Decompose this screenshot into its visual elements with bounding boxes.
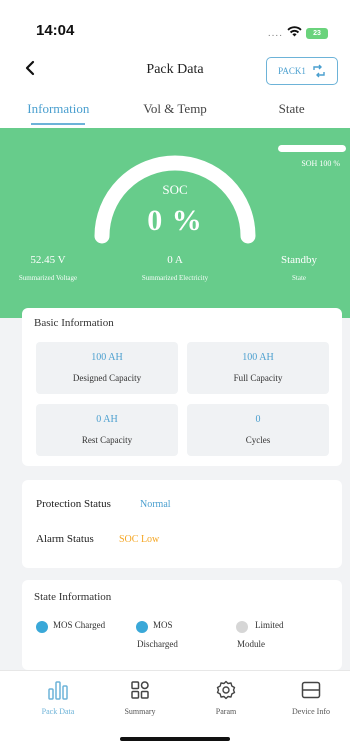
stat-state-label: State (292, 274, 306, 282)
state-indicator-dot (36, 621, 48, 633)
stat-electricity: 0 A Summarized Electricity (120, 254, 230, 282)
alarm-status-value: SOC Low (119, 534, 160, 545)
basic-info-card: Basic Information 100 AH Designed Capaci… (22, 308, 342, 466)
nav-bar: Pack Data PACK1 (0, 46, 350, 92)
protection-status-value: Normal (140, 499, 171, 510)
state-label-line: MOS Charged (53, 620, 106, 630)
state-label-line: Module (237, 639, 265, 649)
soh-bar-fill (278, 145, 346, 152)
tile-label: Cycles (245, 435, 271, 445)
stat-electricity-value: 0 A (167, 254, 183, 266)
tile-label: Rest Capacity (81, 435, 133, 445)
state-label-line: Discharged (137, 639, 178, 649)
gear-icon (216, 680, 236, 700)
status-icons: .... 23 (268, 24, 328, 42)
soh-text: SOH 100 % (301, 159, 340, 168)
alarm-status-label: Alarm Status (36, 533, 94, 545)
battery-icon: 23 (306, 27, 328, 39)
state-info-title: State Information (34, 591, 112, 603)
signal-icon: .... (267, 27, 283, 39)
home-indicator (120, 737, 230, 741)
status-bar: 14:04 .... 23 (0, 0, 350, 46)
soc-value: 0 % (147, 204, 203, 237)
state-limited-module: Limited Module (236, 620, 284, 649)
tile-value: 100 AH (242, 352, 274, 363)
state-mos-discharged-label: MOS Discharged (137, 620, 178, 649)
bar-chart-icon (48, 681, 68, 700)
stat-electricity-label: Summarized Electricity (141, 274, 209, 282)
stat-voltage-label: Summarized Voltage (18, 274, 78, 282)
stat-voltage: 52.45 V Summarized Voltage (8, 254, 88, 282)
soh-bar (278, 145, 346, 152)
wifi-icon (287, 24, 302, 42)
tab-state[interactable]: State (233, 92, 350, 128)
state-label-line: Limited (255, 620, 284, 630)
state-limited-module-label: Limited Module (237, 620, 284, 649)
grid-icon (131, 681, 149, 699)
protection-status-label: Protection Status (36, 498, 111, 510)
state-mos-discharged: MOS Discharged (136, 620, 178, 649)
device-icon (301, 681, 321, 699)
pack-button-label: PACK1 (278, 66, 306, 76)
bottom-tab-device-info[interactable]: Device Info (276, 679, 346, 716)
bottom-tab-bar: Pack Data Summary Param Device Info (0, 670, 350, 743)
state-mos-charged: MOS Charged (36, 620, 105, 633)
switch-icon (313, 64, 325, 78)
status-card: Protection Status Normal Alarm Status SO… (22, 480, 342, 568)
tile-value: 0 AH (96, 414, 118, 425)
bottom-tab-label: Pack Data (41, 707, 75, 716)
stat-state: Standby State (264, 254, 334, 282)
soc-panel: SOC 0 % SOH 100 % 52.45 V Summarized Vol… (0, 128, 350, 318)
soc-label: SOC (162, 182, 188, 197)
tile-designed-capacity: 100 AH Designed Capacity (36, 342, 178, 394)
tile-value: 100 AH (91, 352, 123, 363)
bottom-tab-param[interactable]: Param (191, 679, 261, 716)
tile-label: Full Capacity (233, 373, 283, 383)
bottom-tab-pack-data[interactable]: Pack Data (23, 679, 93, 716)
state-info-card: State Information MOS Charged MOS Discha… (22, 580, 342, 670)
state-label-line: MOS (153, 620, 173, 630)
basic-info-title: Basic Information (34, 317, 114, 329)
tab-vol-temp[interactable]: Vol & Temp (117, 92, 234, 128)
status-time: 14:04 (36, 22, 75, 39)
bottom-tab-label: Summary (124, 707, 156, 716)
bottom-tab-label: Device Info (292, 707, 330, 716)
tile-cycles: 0 Cycles (187, 404, 329, 456)
state-indicator-dot (136, 621, 148, 633)
pack-switch-button[interactable]: PACK1 (266, 57, 338, 85)
tab-information[interactable]: Information (0, 92, 117, 128)
bottom-tab-summary[interactable]: Summary (105, 679, 175, 716)
stat-state-value: Standby (280, 254, 318, 266)
stat-voltage-value: 52.45 V (30, 254, 66, 266)
tile-label: Designed Capacity (72, 373, 142, 383)
bottom-tab-label: Param (215, 707, 237, 716)
state-mos-charged-label: MOS Charged (53, 620, 105, 630)
tile-full-capacity: 100 AH Full Capacity (187, 342, 329, 394)
tile-rest-capacity: 0 AH Rest Capacity (36, 404, 178, 456)
top-tabs: Information Vol & Temp State (0, 92, 350, 128)
tile-value: 0 (255, 414, 261, 425)
state-indicator-dot (236, 621, 248, 633)
